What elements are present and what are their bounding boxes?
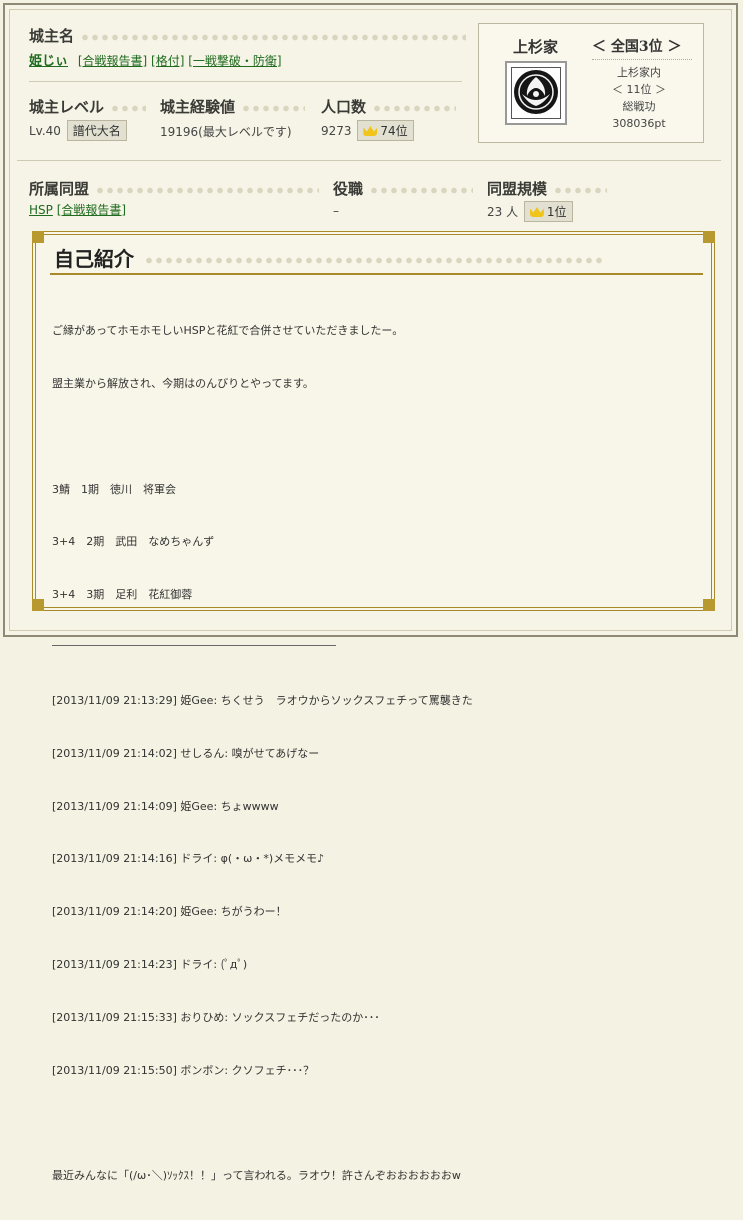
self-intro-panel: 自己紹介 ご縁があってホモホモしいHSPと花紅で合併させていただきましたー。 盟… [32, 231, 715, 1182]
alliance-rank-badge: 1位 [523, 201, 573, 222]
population-row: 9273 74位 [321, 120, 414, 141]
merit-label: 総戦功 [622, 100, 656, 113]
corner-ornament [32, 231, 44, 243]
heading-dots [144, 256, 604, 265]
chat-line: [2013/11/09 21:14:16] ドライ: φ(・ω・*)メモメモ♪ [52, 852, 325, 866]
alliance-heading: 所属同盟 [29, 178, 320, 199]
castle-lord-heading: 城主名 [29, 25, 467, 46]
level-value-row: Lv.40 譜代大名 [29, 120, 127, 141]
role-heading: 役職 [333, 178, 474, 199]
population-value: 9273 [321, 124, 352, 138]
intro-divider [52, 639, 336, 646]
divider [17, 160, 721, 161]
clan-stats: 上杉家内 ＜ 11位 ＞ 総戦功 308036pt [592, 64, 686, 132]
intro-line: 3+4 2期 武田 なめちゃんず [52, 535, 215, 549]
merit-value: 308036pt [612, 117, 666, 130]
chat-line: [2013/11/09 21:14:23] ドライ: (ﾟдﾟ) [52, 957, 248, 971]
heading-dots [110, 103, 147, 113]
alliance-size-row: 23 人 1位 [487, 201, 573, 222]
chat-line: [2013/11/09 21:13:29] 姫Gee: ちくせう ラオウからソッ… [52, 694, 473, 708]
chat-line: [2013/11/09 21:14:02] せしるん: 嗅がせてあげなー [52, 746, 320, 760]
chat-line: [2013/11/09 21:15:33] おりひめ: ソックスフェチだったのか… [52, 1010, 380, 1024]
chat-line: 最近みんなに「(/ω･＼)ｿｯｸｽ！！」って言われる。ラオウ！許さんぞおおおおお… [52, 1169, 461, 1183]
rank-divider [592, 59, 692, 60]
population-rank-badge: 74位 [357, 120, 414, 141]
alliance-size-heading: 同盟規模 [487, 178, 608, 199]
intro-line: 3鯖 1期 徳川 将軍会 [52, 482, 176, 496]
level-heading: 城主レベル [29, 96, 147, 117]
crown-icon [363, 126, 378, 136]
uesugi-crest-icon [514, 70, 558, 114]
intro-line [52, 428, 697, 446]
chat-line: [2013/11/09 21:14:09] 姫Gee: ちょwwww [52, 799, 279, 813]
divider [29, 81, 462, 82]
experience-heading: 城主経験値 [160, 96, 306, 117]
clan-crest [505, 61, 567, 125]
heading-dots [241, 103, 306, 113]
heading-dots [95, 185, 320, 195]
crown-icon [529, 207, 544, 217]
title-rule [50, 273, 703, 275]
alliance-row: HSP [合戦報告書] [29, 201, 126, 218]
corner-ornament [32, 599, 44, 611]
within-clan-rank: ＜ 11位 ＞ [612, 83, 666, 96]
heading-dots [80, 32, 467, 42]
chat-line: [2013/11/09 21:14:20] 姫Gee: ちがうわー！ [52, 905, 287, 919]
level-value: Lv.40 [29, 124, 61, 138]
population-heading: 人口数 [321, 96, 457, 117]
corner-ornament [703, 599, 715, 611]
chat-line [52, 1114, 697, 1132]
alliance-member-count: 23 人 [487, 205, 519, 219]
castle-lord-name[interactable]: 姫じぃ [29, 54, 68, 69]
intro-line: 盟主業から解放され、今期はのんびりとやってます。 [52, 376, 314, 390]
heading-dots [369, 185, 474, 195]
intro-line: ご縁があってホモホモしいHSPと花紅で合併させていただきましたー。 [52, 324, 404, 338]
heading-dots [553, 185, 608, 195]
role-value: – [333, 204, 339, 218]
castle-lord-row: 姫じぃ [合戦報告書] [格付] [一戦撃破・防衛] [29, 50, 282, 69]
self-intro-body: ご縁があってホモホモしいHSPと花紅で合併させていただきましたー。 盟主業から解… [52, 287, 697, 1220]
defeat-defense-link[interactable]: [一戦撃破・防衛] [188, 54, 281, 68]
clan-name: 上杉家 [513, 38, 559, 56]
chat-line: [2013/11/09 21:15:50] ボンボン: クソフェチ･･･？ [52, 1063, 315, 1077]
national-rank: ＜ 全国3位 ＞ [592, 39, 682, 55]
intro-line: 3+4 3期 足利 花紅御蓉 [52, 588, 193, 602]
heading-dots [372, 103, 457, 113]
experience-value: 19196(最大レベルです) [160, 125, 292, 139]
battle-report-link[interactable]: [合戦報告書] [78, 54, 147, 68]
self-intro-title: 自己紹介 [54, 243, 604, 272]
rank-name-badge: 譜代大名 [66, 120, 127, 141]
ranking-link[interactable]: [格付] [151, 54, 184, 68]
alliance-battle-report-link[interactable]: [合戦報告書] [57, 203, 126, 217]
within-clan-label: 上杉家内 [617, 66, 661, 79]
corner-ornament [703, 231, 715, 243]
alliance-name-link[interactable]: HSP [29, 203, 53, 217]
clan-box: 上杉家 ＜ 全国3位 ＞ 上杉家内 ＜ 11位 ＞ 総戦功 308036pt [478, 23, 704, 143]
